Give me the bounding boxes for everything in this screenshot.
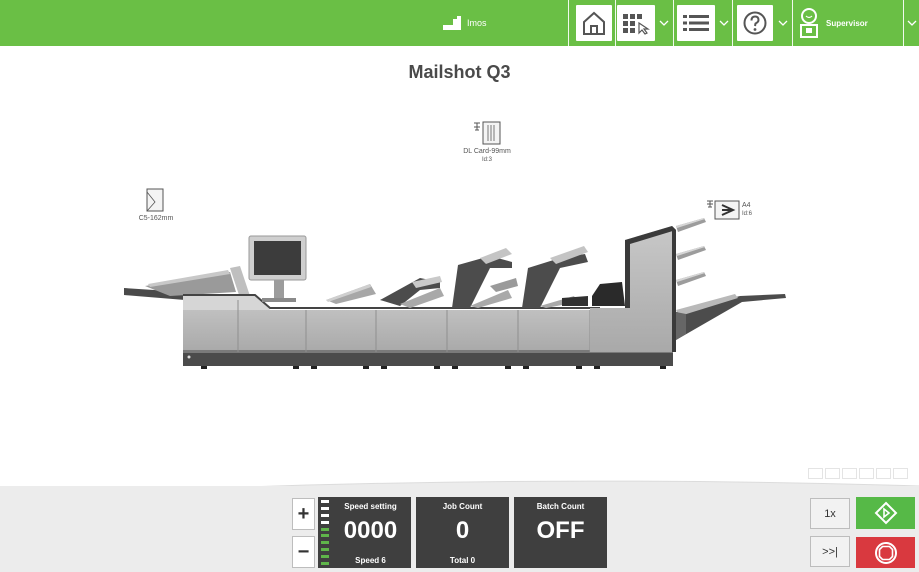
start-icon	[874, 501, 897, 525]
speed-decrease-button[interactable]: −	[292, 536, 315, 568]
job-count-total: Total 0	[449, 556, 476, 565]
job-count-panel: Job Count 0 Total 0	[416, 497, 509, 568]
speed-increase-button[interactable]: +	[292, 498, 315, 530]
start-button[interactable]	[856, 497, 915, 529]
stop-icon	[874, 541, 897, 564]
speed-setting-sub: Speed 6	[355, 556, 386, 565]
single-cycle-button[interactable]: 1x	[810, 498, 850, 529]
job-count-title: Job Count	[442, 502, 483, 511]
job-count-value: 0	[455, 517, 470, 544]
stop-button[interactable]	[856, 537, 915, 568]
skip-button[interactable]: >>|	[810, 536, 850, 567]
batch-count-value: OFF	[536, 517, 585, 544]
speed-setting-title: Speed setting	[344, 502, 397, 511]
batch-count-panel[interactable]: Batch Count OFF	[514, 497, 607, 568]
speed-setting-panel: Speed setting 0000 Speed 6	[318, 497, 411, 568]
batch-count-title: Batch Count	[536, 502, 585, 511]
speed-setting-value: 0000	[343, 517, 398, 544]
speed-level-segment	[321, 548, 329, 552]
